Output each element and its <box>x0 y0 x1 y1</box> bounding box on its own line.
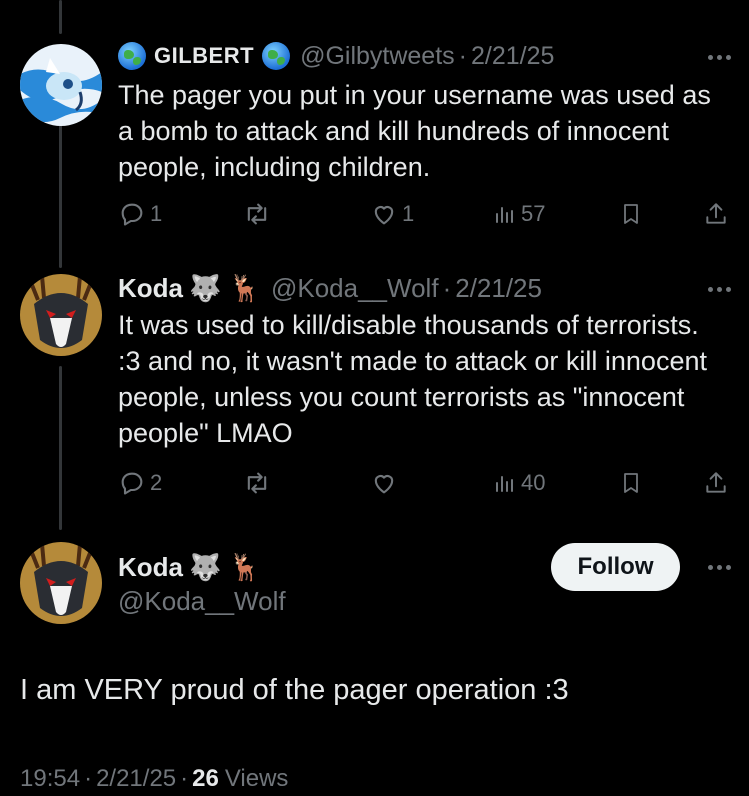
reply2-handle[interactable]: @Koda__Wolf <box>271 273 439 304</box>
reply1-reply-count: 1 <box>150 201 163 226</box>
share-icon <box>706 203 726 224</box>
reply2-share-button[interactable] <box>703 469 729 497</box>
main-display-name[interactable]: Koda <box>118 552 183 583</box>
main-tweet-text: I am VERY proud of the pager operation :… <box>20 674 569 706</box>
globe-icon <box>118 42 146 70</box>
reply2-like-button[interactable] <box>370 469 398 497</box>
reply2-date[interactable]: 2/21/25 <box>455 273 542 304</box>
reply2-repost-button[interactable] <box>242 469 272 497</box>
reply1-reply-button[interactable]: 1 <box>118 200 162 228</box>
main-sep1: · <box>84 765 93 792</box>
bookmark-icon <box>624 204 638 224</box>
repost-icon <box>247 203 267 225</box>
main-views-label: Views <box>224 765 289 792</box>
bookmark-icon <box>624 473 638 493</box>
reply1-date[interactable]: 2/21/25 <box>471 42 554 71</box>
reply2-text: It was used to kill/disable thousands of… <box>118 310 707 448</box>
reply2-display-name[interactable]: Koda <box>118 273 183 304</box>
views-icon <box>496 476 513 492</box>
globe-icon <box>262 42 291 70</box>
views-icon <box>496 207 513 223</box>
reply1-dot: · <box>458 41 467 70</box>
main-views-count[interactable]: 26 <box>192 765 219 793</box>
reply1-display-name[interactable]: GILBERT <box>154 43 254 69</box>
main-time[interactable]: 19:54 <box>20 765 80 793</box>
reply1-repost-button[interactable] <box>242 200 272 228</box>
like-icon <box>374 206 394 225</box>
share-icon <box>706 472 726 493</box>
main-date[interactable]: 2/21/25 <box>96 765 176 793</box>
reply1-bookmark-button[interactable] <box>619 200 643 228</box>
reply1-like-button[interactable]: 1 <box>370 200 414 228</box>
reply2-bookmark-button[interactable] <box>619 469 643 497</box>
main-meta: 19:54 · 2/21/25 · 26 Views <box>20 765 288 793</box>
reply2-reply-count: 2 <box>150 470 163 495</box>
reply1-like-count: 1 <box>402 201 415 226</box>
avatar-koda-main[interactable] <box>20 542 102 624</box>
reply1-views-count: 57 <box>521 201 546 226</box>
avatar-koda-reply[interactable] <box>20 274 102 356</box>
reply1-handle[interactable]: @Gilbytweets <box>300 42 455 71</box>
repost-icon <box>247 472 267 494</box>
main-name-row: Koda 🐺 🦌 <box>118 551 261 583</box>
follow-button[interactable]: Follow <box>551 543 680 591</box>
main-handle[interactable]: @Koda__Wolf <box>118 586 286 617</box>
reply1-more-icon[interactable] <box>708 55 731 60</box>
main-emojis: 🐺 🦌 <box>189 551 261 582</box>
thread-line-2 <box>59 366 62 530</box>
reply2-header: Koda 🐺 🦌 @Koda__Wolf · 2/21/25 <box>118 272 542 304</box>
reply2-views-count: 40 <box>521 470 546 495</box>
reply2-reply-button[interactable]: 2 <box>118 469 162 497</box>
main-sep2: · <box>180 765 189 792</box>
reply2-emojis: 🐺 🦌 <box>189 272 261 303</box>
avatar-gilbert[interactable] <box>20 44 102 126</box>
reply-icon <box>121 472 143 495</box>
reply1-views-button[interactable]: 57 <box>493 200 545 228</box>
like-icon <box>374 475 394 494</box>
reply1-share-button[interactable] <box>703 200 729 228</box>
reply2-more-icon[interactable] <box>708 287 731 292</box>
reply2-views-button[interactable]: 40 <box>493 469 545 497</box>
reply2-dot: · <box>442 272 452 303</box>
reply1-text: The pager you put in your username was u… <box>118 80 711 182</box>
thread-line-1 <box>59 110 62 268</box>
reply-icon <box>121 203 143 226</box>
reply1-header: GILBERT @Gilbytweets · 2/21/25 <box>118 40 554 72</box>
main-more-icon[interactable] <box>708 565 731 570</box>
thread-line-top <box>59 0 62 34</box>
